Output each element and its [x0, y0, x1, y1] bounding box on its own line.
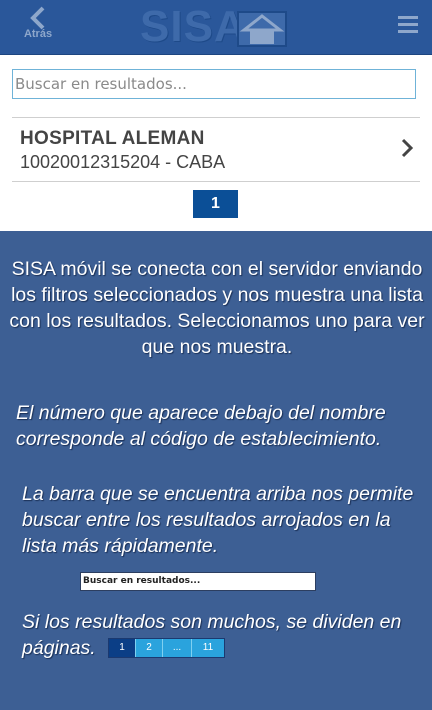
example-search-bar: Buscar en resultados...: [80, 572, 316, 591]
info-paragraph-connection: SISA móvil se conecta con el servidor en…: [9, 258, 425, 358]
example-pagination: 1 2 ... 11: [108, 638, 225, 658]
back-button[interactable]: Atrás: [20, 4, 56, 48]
result-code: 10020012315204 - CABA: [20, 152, 226, 172]
logo-text: SISA: [140, 2, 247, 51]
info-paragraph-code: El número que aparece debajo del nombre …: [16, 402, 386, 450]
house-icon: [237, 11, 287, 47]
example-page-2: 2: [135, 639, 162, 657]
example-page-ellipsis: ...: [162, 639, 191, 657]
example-page-1: 1: [109, 639, 135, 657]
result-name: HOSPITAL ALEMAN: [20, 128, 205, 149]
sisa-logo: SISA: [140, 4, 290, 50]
info-paragraph-search: La barra que se encuentra arriba nos per…: [22, 483, 414, 557]
chevron-right-icon: [401, 138, 414, 158]
example-page-11: 11: [191, 639, 224, 657]
chevron-left-icon: [30, 6, 45, 30]
search-input[interactable]: [12, 69, 416, 99]
page-button-current[interactable]: 1: [193, 190, 238, 218]
top-app-bar: Atrás SISA: [0, 0, 432, 55]
result-item[interactable]: HOSPITAL ALEMAN 10020012315204 - CABA: [12, 117, 420, 182]
results-panel: HOSPITAL ALEMAN 10020012315204 - CABA 1: [0, 55, 432, 231]
hamburger-menu-icon[interactable]: [398, 16, 418, 36]
back-label: Atrás: [23, 28, 53, 40]
